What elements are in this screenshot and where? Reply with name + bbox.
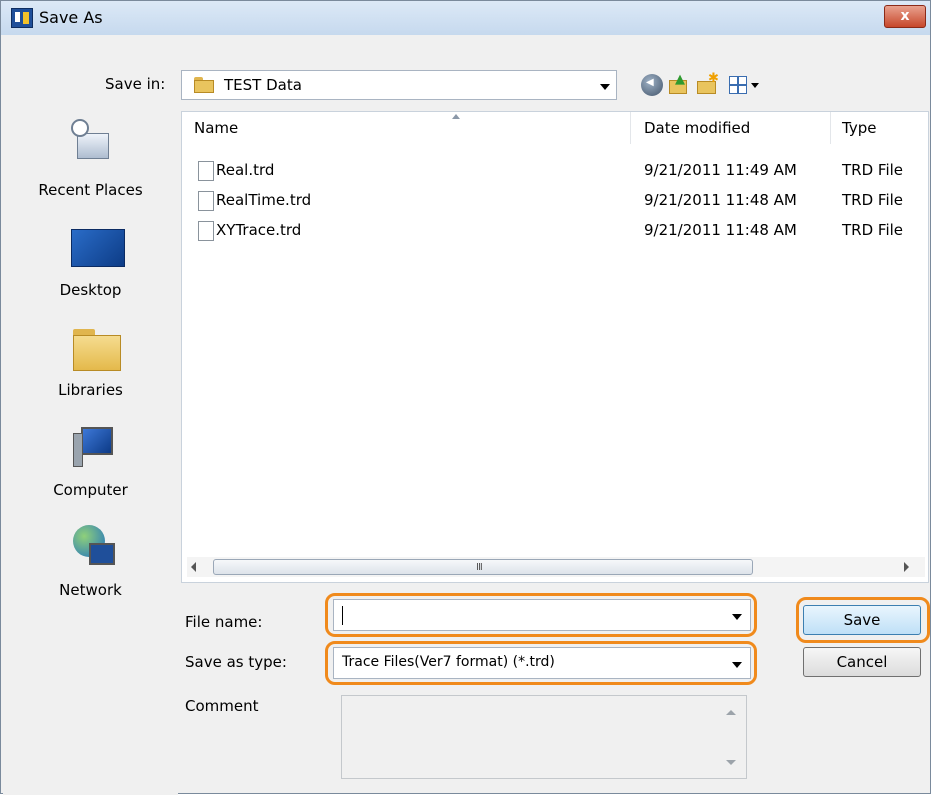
file-type: TRD File: [842, 191, 904, 209]
place-desktop[interactable]: Desktop: [3, 281, 178, 299]
file-name: RealTime.trd: [216, 191, 312, 209]
desktop-icon[interactable]: [71, 229, 125, 267]
view-menu-icon[interactable]: [729, 76, 747, 94]
table-row[interactable]: RealTime.trd 9/21/2011 11:48 AM TRD File: [182, 188, 928, 214]
file-icon: [198, 161, 214, 181]
save-as-dialog: Save As x Save in: TEST Data Recent Plac…: [0, 0, 931, 795]
scroll-down-icon[interactable]: [726, 760, 736, 765]
scroll-left-icon[interactable]: [191, 562, 196, 572]
comment-textarea[interactable]: [341, 695, 747, 779]
window-title: Save As: [39, 8, 103, 27]
comment-label: Comment: [185, 697, 259, 715]
network-icon[interactable]: [73, 525, 117, 569]
file-icon: [198, 221, 214, 241]
save-as-type-label: Save as type:: [185, 653, 287, 671]
new-folder-icon[interactable]: [697, 71, 719, 96]
save-as-type-value: Trace Files(Ver7 format) (*.trd): [342, 654, 555, 670]
place-libraries[interactable]: Libraries: [3, 381, 178, 399]
save-in-label: Save in:: [105, 75, 166, 93]
cancel-button[interactable]: Cancel: [803, 647, 921, 677]
libraries-icon[interactable]: [73, 329, 121, 371]
column-header-name[interactable]: Name: [194, 112, 238, 144]
app-icon: [11, 8, 33, 28]
column-divider[interactable]: [830, 112, 831, 144]
computer-icon[interactable]: [73, 427, 115, 471]
scrollbar-thumb[interactable]: III: [213, 559, 753, 575]
column-header-type[interactable]: Type: [842, 112, 876, 144]
close-icon: x: [900, 8, 910, 24]
title-bar[interactable]: Save As x: [1, 1, 930, 35]
chevron-down-icon[interactable]: [732, 614, 742, 620]
view-menu-chevron-icon[interactable]: [751, 83, 759, 88]
file-date: 9/21/2011 11:48 AM: [644, 191, 797, 209]
back-icon[interactable]: [641, 74, 663, 96]
file-name: Real.trd: [216, 161, 275, 179]
sort-ascending-icon: [452, 114, 460, 119]
save-in-value: TEST Data: [224, 76, 302, 94]
file-type: TRD File: [842, 161, 904, 179]
file-date: 9/21/2011 11:49 AM: [644, 161, 797, 179]
close-button[interactable]: x: [884, 5, 926, 28]
scroll-right-icon[interactable]: [904, 562, 909, 572]
text-caret: [342, 606, 343, 625]
up-folder-icon[interactable]: [669, 72, 691, 96]
save-button[interactable]: Save: [803, 605, 921, 635]
places-bar: Recent Places Desktop Libraries Computer…: [3, 111, 178, 795]
chevron-down-icon[interactable]: [732, 662, 742, 668]
table-row[interactable]: XYTrace.trd 9/21/2011 11:48 AM TRD File: [182, 218, 928, 244]
file-date: 9/21/2011 11:48 AM: [644, 221, 797, 239]
file-icon: [198, 191, 214, 211]
place-recent-places[interactable]: Recent Places: [3, 181, 178, 199]
recent-places-icon[interactable]: [71, 119, 109, 163]
place-computer[interactable]: Computer: [3, 481, 178, 499]
file-name-label: File name:: [185, 613, 263, 631]
folder-icon: [194, 77, 214, 93]
horizontal-scrollbar[interactable]: III: [187, 557, 925, 577]
scrollbar-grip: III: [476, 562, 483, 573]
column-header-date-modified[interactable]: Date modified: [644, 112, 750, 144]
chevron-down-icon[interactable]: [600, 84, 610, 90]
scroll-up-icon[interactable]: [726, 710, 736, 715]
file-list[interactable]: Name Date modified Type Real.trd 9/21/20…: [181, 111, 929, 583]
save-in-dropdown[interactable]: TEST Data: [181, 70, 617, 100]
save-as-type-dropdown[interactable]: Trace Files(Ver7 format) (*.trd): [333, 647, 751, 679]
file-name-input[interactable]: [333, 599, 751, 631]
file-type: TRD File: [842, 221, 904, 239]
table-row[interactable]: Real.trd 9/21/2011 11:49 AM TRD File: [182, 158, 928, 184]
file-name: XYTrace.trd: [216, 221, 302, 239]
place-network[interactable]: Network: [3, 581, 178, 599]
column-divider[interactable]: [630, 112, 631, 144]
